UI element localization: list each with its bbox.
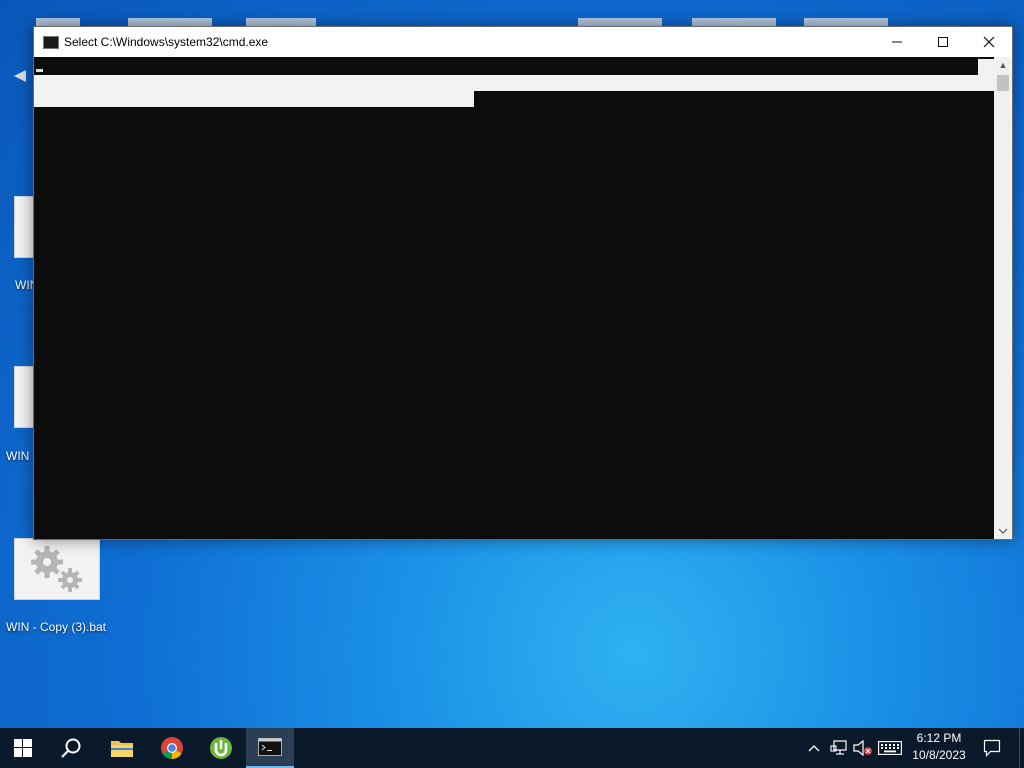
scroll-thumb[interactable]	[997, 75, 1009, 91]
touch-keyboard-button[interactable]	[876, 728, 904, 768]
cmd-icon	[258, 738, 282, 756]
maximize-button[interactable]	[920, 27, 966, 57]
show-hidden-icons-button[interactable]	[804, 728, 824, 768]
clock-date: 10/8/2023	[912, 748, 966, 762]
desktop-icon-label: WIN	[6, 449, 30, 463]
utorrent-icon	[210, 737, 232, 759]
minimize-button[interactable]	[874, 27, 920, 57]
vertical-scrollbar[interactable]: ▲	[994, 57, 1012, 539]
recycle-bin-icon[interactable]	[14, 70, 26, 82]
search-button[interactable]	[48, 728, 94, 768]
clock[interactable]: 6:12 PM 10/8/2023	[906, 730, 972, 764]
cmd-icon	[43, 36, 59, 49]
title-bar[interactable]: Select C:\Windows\system32\cmd.exe	[34, 27, 1012, 57]
scroll-up-icon[interactable]: ▲	[994, 57, 1012, 73]
selection-highlight	[34, 91, 474, 107]
close-button[interactable]	[966, 27, 1012, 57]
start-button[interactable]	[0, 728, 46, 768]
network-icon	[830, 740, 847, 755]
search-icon	[61, 738, 81, 758]
window-title: Select C:\Windows\system32\cmd.exe	[64, 35, 269, 49]
windows-logo-icon	[14, 739, 32, 757]
file-explorer-button[interactable]	[99, 728, 145, 768]
show-desktop-button[interactable]	[1019, 728, 1024, 768]
text-cursor	[36, 69, 43, 72]
cmd-window[interactable]: Select C:\Windows\system32\cmd.exe ▲	[33, 26, 1013, 540]
folder-icon	[111, 741, 133, 757]
keyboard-icon	[878, 741, 902, 755]
notification-icon	[983, 739, 1001, 757]
gears-icon	[14, 538, 100, 600]
desktop-icon-win-copy-3[interactable]: WIN - Copy (3).bat	[0, 538, 120, 638]
clock-time: 6:12 PM	[916, 731, 962, 745]
cmd-taskbar-button[interactable]	[246, 728, 294, 768]
desktop-icon-label: WIN - Copy (3).bat	[6, 620, 107, 634]
scroll-down-icon[interactable]	[994, 523, 1012, 539]
chevron-up-icon	[808, 745, 820, 752]
console-area[interactable]	[34, 57, 994, 539]
utorrent-button[interactable]	[198, 728, 244, 768]
network-button[interactable]	[828, 728, 850, 768]
action-center-button[interactable]	[978, 728, 1006, 768]
volume-muted-icon	[853, 740, 872, 756]
selection-highlight	[978, 59, 994, 75]
chrome-button[interactable]	[149, 728, 195, 768]
chrome-icon	[161, 737, 183, 759]
selection-highlight	[34, 75, 994, 91]
taskbar: 6:12 PM 10/8/2023	[0, 728, 1024, 768]
volume-button[interactable]	[852, 728, 874, 768]
